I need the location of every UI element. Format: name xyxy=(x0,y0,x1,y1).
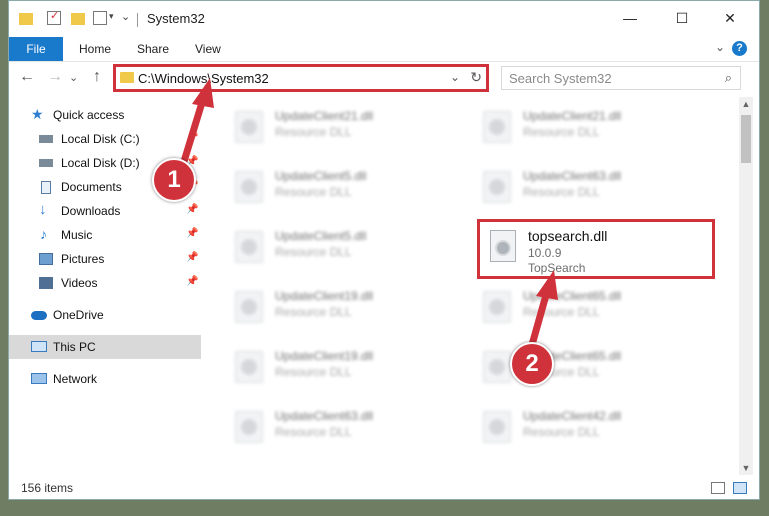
callout-number-1: 1 xyxy=(152,158,196,202)
callout-arrow-1 xyxy=(178,78,214,172)
callout-arrows xyxy=(178,78,558,356)
callout-number-2: 2 xyxy=(510,342,554,386)
callout-arrow-2 xyxy=(526,270,558,356)
